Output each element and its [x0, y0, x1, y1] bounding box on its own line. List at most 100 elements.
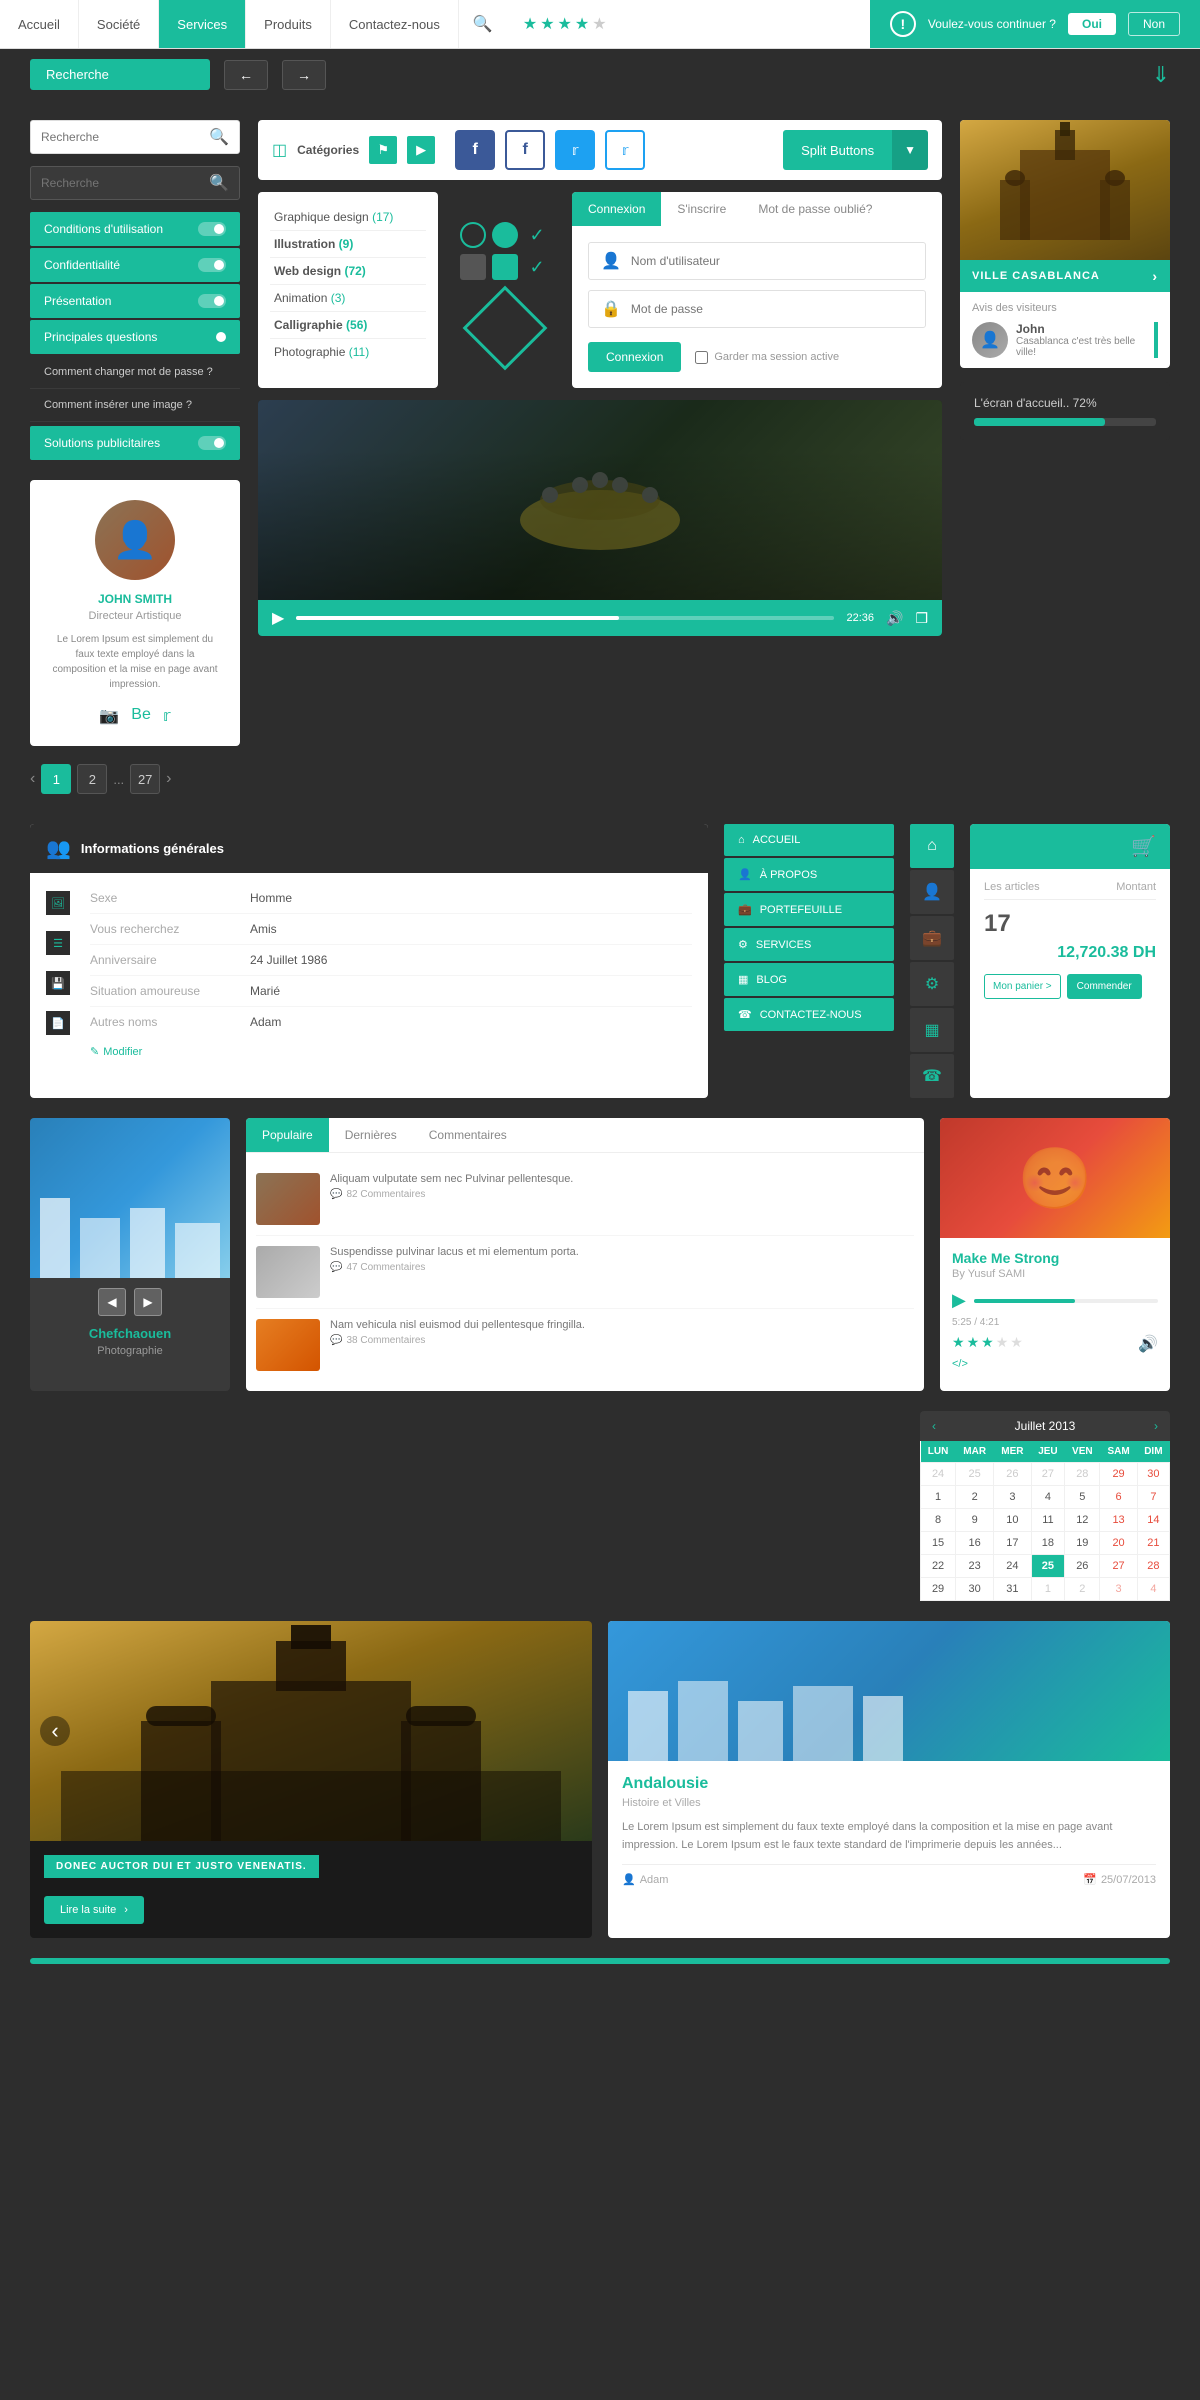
cal-cell-sun[interactable]: 4: [1137, 1578, 1169, 1601]
cal-cell[interactable]: 30: [956, 1578, 994, 1601]
cal-cell-today[interactable]: 25: [1031, 1555, 1065, 1578]
fullscreen-icon[interactable]: ❒: [915, 610, 928, 627]
prev-arrow-button[interactable]: ←: [224, 60, 268, 90]
cal-cell[interactable]: 11: [1031, 1509, 1065, 1532]
search-white[interactable]: 🔍: [30, 120, 240, 154]
next-arrow-button[interactable]: →: [282, 60, 326, 90]
bookmark-icon-btn[interactable]: ⚑: [369, 136, 397, 164]
remember-me-label[interactable]: Garder ma session active: [695, 351, 839, 364]
nav-societe[interactable]: Société: [79, 0, 159, 48]
cat-item-1[interactable]: Graphique design (17): [270, 204, 426, 231]
search-dark[interactable]: 🔍: [30, 166, 240, 200]
cat-item-4[interactable]: Animation (3): [270, 285, 426, 312]
cal-cell[interactable]: 2: [956, 1486, 994, 1509]
nav-icon-briefcase[interactable]: 💼: [910, 916, 954, 960]
nav-services[interactable]: Services: [159, 0, 246, 48]
cal-cell-sat[interactable]: 6: [1100, 1486, 1137, 1509]
twitter-icon[interactable]: 𝕣: [163, 706, 171, 726]
tab-connexion[interactable]: Connexion: [572, 192, 661, 226]
faq-item-2[interactable]: Comment insérer une image ?: [30, 389, 240, 422]
prev-page-arrow[interactable]: ‹: [30, 770, 35, 788]
blog-tab-populaire[interactable]: Populaire: [246, 1118, 329, 1152]
blog-tab-dernieres[interactable]: Dernières: [329, 1118, 413, 1152]
music-play-icon[interactable]: ▶: [952, 1290, 966, 1311]
menu-principales[interactable]: Principales questions: [30, 320, 240, 354]
nav-icon-phone[interactable]: ☎: [910, 1054, 954, 1098]
cal-cell[interactable]: 8: [921, 1509, 956, 1532]
username-input[interactable]: [631, 254, 913, 268]
cal-cell[interactable]: 19: [1065, 1532, 1100, 1555]
cal-cell[interactable]: 22: [921, 1555, 956, 1578]
instagram-icon[interactable]: 📷: [99, 706, 119, 726]
password-field[interactable]: 🔒: [588, 290, 926, 328]
nav-contact[interactable]: Contactez-nous: [331, 0, 459, 48]
cal-cell[interactable]: 10: [994, 1509, 1031, 1532]
cat-item-3[interactable]: Web design (72): [270, 258, 426, 285]
cal-cell-sat[interactable]: 29: [1100, 1463, 1137, 1486]
slider-arrow-left[interactable]: ‹: [40, 1716, 70, 1746]
nav-search-icon[interactable]: 🔍: [459, 0, 507, 48]
blog-tab-commentaires[interactable]: Commentaires: [413, 1118, 523, 1152]
edit-link[interactable]: ✎ Modifier: [90, 1045, 692, 1058]
nav-accueil[interactable]: Accueil: [0, 0, 79, 48]
connexion-submit-button[interactable]: Connexion: [588, 342, 681, 372]
cal-cell-sun[interactable]: 30: [1137, 1463, 1169, 1486]
menu-conditions[interactable]: Conditions d'utilisation: [30, 212, 240, 246]
nav-menu-contact[interactable]: ☎ CONTACTEZ-NOUS: [724, 998, 894, 1031]
nav-menu-blog[interactable]: ▦ BLOG: [724, 963, 894, 996]
cat-item-5[interactable]: Calligraphie (56): [270, 312, 426, 339]
cal-cell-sun[interactable]: 7: [1137, 1486, 1169, 1509]
nav-menu-services[interactable]: ⚙ SERVICES: [724, 928, 894, 961]
bottom-scroll-bar[interactable]: [30, 1958, 1170, 1964]
menu-confidentialite[interactable]: Confidentialité: [30, 248, 240, 282]
nav-produits[interactable]: Produits: [246, 0, 331, 48]
cart-order-button[interactable]: Commender: [1067, 974, 1142, 999]
video-icon-btn[interactable]: ▶: [407, 136, 435, 164]
faq-item-1[interactable]: Comment changer mot de passe ?: [30, 356, 240, 389]
nav-menu-accueil[interactable]: ⌂ ACCUEIL: [724, 824, 894, 856]
cart-view-button[interactable]: Mon panier >: [984, 974, 1061, 999]
remember-checkbox[interactable]: [695, 351, 708, 364]
tw-outline-btn[interactable]: 𝕣: [605, 130, 645, 170]
search-dark-input[interactable]: [41, 176, 201, 190]
cal-cell[interactable]: 1: [921, 1486, 956, 1509]
cal-cell[interactable]: 17: [994, 1532, 1031, 1555]
city-arrow-icon[interactable]: ›: [1152, 268, 1158, 284]
gallery-next-btn[interactable]: ▶: [134, 1288, 162, 1316]
cal-cell[interactable]: 24: [994, 1555, 1031, 1578]
cal-cell[interactable]: 29: [921, 1578, 956, 1601]
cal-cell-sat[interactable]: 20: [1100, 1532, 1137, 1555]
page-2[interactable]: 2: [77, 764, 107, 794]
music-progress-track[interactable]: [974, 1299, 1158, 1303]
cal-cell-sat[interactable]: 27: [1100, 1555, 1137, 1578]
slider-read-more-button[interactable]: Lire la suite ›: [44, 1896, 144, 1924]
cal-cell[interactable]: 15: [921, 1532, 956, 1555]
tab-password[interactable]: Mot de passe oublié?: [742, 192, 888, 226]
fb-fill-btn[interactable]: f: [455, 130, 495, 170]
cal-cell[interactable]: 1: [1031, 1578, 1065, 1601]
download-icon[interactable]: ⇓: [1152, 62, 1170, 88]
cal-cell[interactable]: 16: [956, 1532, 994, 1555]
gallery-prev-btn[interactable]: ◀: [98, 1288, 126, 1316]
cat-item-2[interactable]: Illustration (9): [270, 231, 426, 258]
cal-cell[interactable]: 3: [994, 1486, 1031, 1509]
cal-cell[interactable]: 26: [1065, 1555, 1100, 1578]
cal-next-arrow[interactable]: ›: [1154, 1419, 1158, 1433]
volume-icon[interactable]: 🔊: [886, 610, 903, 627]
split-button-main[interactable]: Split Buttons: [783, 130, 892, 170]
cal-cell[interactable]: 31: [994, 1578, 1031, 1601]
page-27[interactable]: 27: [130, 764, 160, 794]
nav-menu-portefeuille[interactable]: 💼 PORTEFEUILLE: [724, 893, 894, 926]
cal-prev-arrow[interactable]: ‹: [932, 1419, 936, 1433]
search-white-input[interactable]: [41, 130, 201, 144]
video-progress-bar[interactable]: [296, 616, 834, 620]
play-icon[interactable]: ▶: [272, 608, 284, 628]
nav-icon-person[interactable]: 👤: [910, 870, 954, 914]
nav-menu-apropos[interactable]: 👤 À PROPOS: [724, 858, 894, 891]
cal-cell-sun[interactable]: 21: [1137, 1532, 1169, 1555]
username-field[interactable]: 👤: [588, 242, 926, 280]
cal-cell[interactable]: 28: [1065, 1463, 1100, 1486]
page-1[interactable]: 1: [41, 764, 71, 794]
tab-inscrire[interactable]: S'inscrire: [661, 192, 742, 226]
cal-cell-sat[interactable]: 3: [1100, 1578, 1137, 1601]
